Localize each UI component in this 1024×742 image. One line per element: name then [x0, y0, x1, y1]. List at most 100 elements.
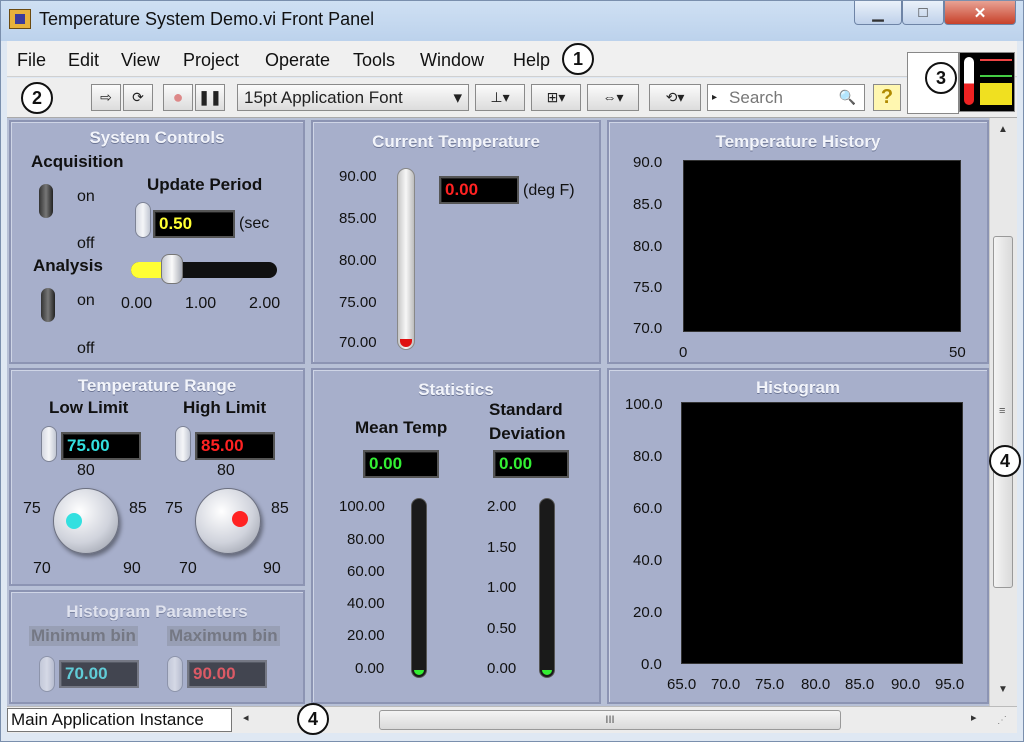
high-knob-indicator	[232, 511, 248, 527]
update-period-slider[interactable]	[131, 254, 277, 284]
maximum-bin-label: Maximum bin	[167, 626, 280, 646]
application-instance[interactable]: Main Application Instance	[7, 708, 232, 732]
menu-window[interactable]: Window	[420, 50, 484, 71]
menu-operate[interactable]: Operate	[265, 50, 330, 71]
hist-xtick-90: 90.0	[891, 676, 921, 693]
minimum-bin-value[interactable]: 70.00	[59, 660, 139, 688]
mean-temp-value: 0.00	[363, 450, 439, 478]
menu-help[interactable]: Help	[513, 50, 550, 71]
histogram-icon	[980, 83, 1012, 105]
acquisition-on-label: on	[77, 188, 95, 205]
menu-project[interactable]: Project	[183, 50, 239, 71]
update-period-value[interactable]: 0.50	[153, 210, 235, 238]
slider-tick-0: 0.00	[121, 295, 153, 312]
history-ytick-85: 85.0	[633, 196, 663, 213]
mean-temp-bar-fill	[414, 670, 424, 675]
scroll-left-icon[interactable]: ◂	[243, 711, 249, 724]
high-knob-label-70: 70	[179, 560, 197, 577]
horizontal-scroll-thumb[interactable]: III	[379, 710, 841, 730]
menu-view[interactable]: View	[121, 50, 160, 71]
histogram-panel: Histogram 100.0 80.0 60.0 40.0 20.0 0.0 …	[607, 368, 989, 704]
high-knob-label-85: 85	[271, 500, 289, 517]
temperature-range-panel: Temperature Range Low Limit High Limit 7…	[9, 368, 305, 586]
acquisition-off-label: off	[77, 235, 95, 252]
system-controls-panel: System Controls Acquisition on off Updat…	[9, 120, 305, 364]
menu-tools[interactable]: Tools	[353, 50, 395, 71]
scroll-up-icon[interactable]: ▲	[998, 124, 1008, 135]
hist-xtick-80: 80.0	[801, 676, 831, 693]
vi-icon	[959, 52, 1015, 112]
labview-vi-icon	[9, 9, 31, 29]
analysis-on-label: on	[77, 292, 95, 309]
low-knob-label-70: 70	[33, 560, 51, 577]
maximum-bin-spinner[interactable]	[167, 656, 183, 692]
low-knob-label-90: 90	[123, 560, 141, 577]
vertical-scroll-thumb[interactable]: ≡	[993, 236, 1013, 588]
minimize-button[interactable]: ▁	[854, 1, 902, 25]
resize-grip-icon[interactable]: ⋰	[997, 715, 1007, 726]
histogram-title: Histogram	[755, 378, 841, 397]
minimum-bin-label: Minimum bin	[29, 626, 138, 646]
run-continuously-button[interactable]: ⟳	[123, 84, 153, 111]
maximum-bin-value[interactable]: 90.00	[187, 660, 267, 688]
low-limit-knob[interactable]	[53, 488, 119, 554]
mean-tick-60: 60.00	[347, 563, 385, 580]
grip-icon: ≡	[999, 405, 1006, 417]
font-selector[interactable]: 15pt Application Font ▾	[237, 84, 469, 111]
high-limit-knob[interactable]	[195, 488, 261, 554]
close-button[interactable]: ✕	[944, 1, 1016, 25]
mean-tick-80: 80.00	[347, 531, 385, 548]
scroll-down-icon[interactable]: ▼	[998, 684, 1008, 695]
callout-1: 1	[562, 43, 594, 75]
resize-objects-button[interactable]: ⇔▾	[587, 84, 639, 111]
title-bar: Temperature System Demo.vi Front Panel ▁…	[1, 1, 1024, 39]
hist-ytick-100: 100.0	[625, 396, 663, 413]
low-limit-spinner[interactable]	[41, 426, 57, 462]
thermo-tick-70: 70.00	[339, 334, 377, 351]
scroll-right-icon[interactable]: ▸	[971, 711, 977, 724]
low-knob-label-85: 85	[129, 500, 147, 517]
analysis-toggle[interactable]	[41, 288, 55, 322]
hist-ytick-20: 20.0	[633, 604, 663, 621]
temperature-history-title: Temperature History	[715, 132, 881, 151]
analysis-off-label: off	[77, 340, 95, 357]
maximize-icon: □	[918, 4, 928, 21]
context-help-button[interactable]: ?	[873, 84, 901, 111]
distribute-objects-button[interactable]: ⊞▾	[531, 84, 581, 111]
menu-edit[interactable]: Edit	[68, 50, 99, 71]
hist-ytick-80: 80.0	[633, 448, 663, 465]
acquisition-toggle[interactable]	[39, 184, 53, 218]
histogram-plot	[681, 402, 963, 664]
align-icon: ⊥▾	[490, 89, 510, 105]
update-period-spinner[interactable]	[135, 202, 151, 238]
callout-4-horizontal: 4	[297, 703, 329, 735]
high-knob-label-80: 80	[217, 462, 235, 479]
menu-file[interactable]: File	[17, 50, 46, 71]
temperature-range-title: Temperature Range	[77, 376, 237, 395]
callout-4-vertical: 4	[989, 445, 1021, 477]
high-limit-spinner[interactable]	[175, 426, 191, 462]
toolbar: 2 ⇨ ⟳ ● ❚❚ 15pt Application Font ▾ ⊥▾ ⊞▾…	[7, 52, 1017, 118]
run-button[interactable]: ⇨	[91, 84, 121, 111]
abort-button[interactable]: ●	[163, 84, 193, 111]
front-panel-window: Temperature System Demo.vi Front Panel ▁…	[0, 0, 1024, 742]
search-box[interactable]: ▸ Search 🔍	[707, 84, 865, 111]
maximize-button[interactable]: □	[902, 1, 944, 25]
minimum-bin-spinner[interactable]	[39, 656, 55, 692]
high-knob-label-75: 75	[165, 500, 183, 517]
vertical-scrollbar[interactable]: ▲ ≡ ▼	[989, 118, 1017, 706]
acquisition-label: Acquisition	[31, 152, 124, 171]
run-continuously-icon: ⟳	[132, 89, 144, 105]
mean-tick-100: 100.00	[339, 498, 385, 515]
histogram-parameters-panel: Histogram Parameters Minimum bin Maximum…	[9, 590, 305, 704]
slider-thumb[interactable]	[161, 254, 183, 284]
mean-temp-label: Mean Temp	[355, 418, 448, 437]
low-limit-value[interactable]: 75.00	[61, 432, 141, 460]
high-limit-value[interactable]: 85.00	[195, 432, 275, 460]
window-title: Temperature System Demo.vi Front Panel	[39, 9, 375, 29]
pause-button[interactable]: ❚❚	[195, 84, 225, 111]
chart-icon	[980, 59, 1012, 77]
reorder-button[interactable]: ⟲▾	[649, 84, 701, 111]
mean-temp-bar	[411, 498, 427, 678]
align-objects-button[interactable]: ⊥▾	[475, 84, 525, 111]
